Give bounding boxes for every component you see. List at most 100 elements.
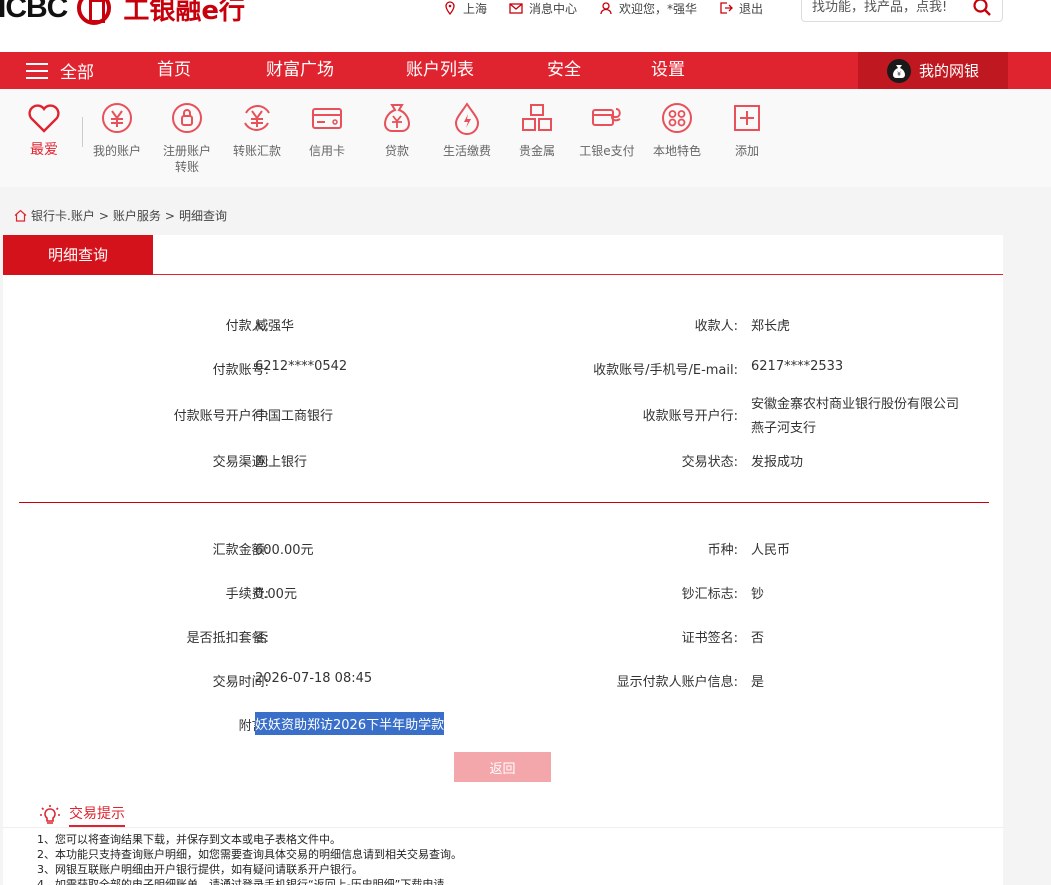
payee-account-label: 收款账号/手机号/E-mail: <box>593 363 738 378</box>
logout-link[interactable]: 退出 <box>719 0 763 16</box>
local-feature-icon <box>662 103 692 133</box>
payee-bank-label: 收款账号开户行: <box>642 409 738 424</box>
payer-account-value: 6212****0542 <box>255 359 348 374</box>
tips-panel: 交易提示 1、您可以将查询结果下载，并保存到文本或电子表格文件中。 2、本功能只… <box>3 789 1003 885</box>
tip-item: 1、您可以将查询结果下载，并保存到文本或电子表格文件中。 <box>37 833 341 846</box>
shortcut-loan[interactable]: 贷款 <box>362 101 432 159</box>
search-icon[interactable] <box>972 0 992 17</box>
breadcrumb-separator: > <box>164 208 175 223</box>
gold-bars-icon <box>522 104 552 131</box>
logo-cn-text: 工银融e行 <box>123 0 245 26</box>
home-icon[interactable] <box>14 209 27 222</box>
tab-detail-query[interactable]: 明细查询 <box>3 235 153 275</box>
status-value: 发报成功 <box>751 455 804 470</box>
note-label: 附言: <box>238 719 269 734</box>
cert-label: 证书签名: <box>681 631 738 646</box>
currency-value: 人民币 <box>751 543 791 558</box>
tips-list: 1、您可以将查询结果下载，并保存到文本或电子表格文件中。 2、本功能只支持查询账… <box>37 832 462 885</box>
shortcut-label: 信用卡 <box>308 144 345 158</box>
my-bank-label: 我的网银 <box>918 62 979 80</box>
nav-wealth[interactable]: 财富广场 <box>266 52 334 89</box>
main-nav: 全部 首页 财富广场 账户列表 安全 设置 ¥ 我的网银 <box>0 52 1051 89</box>
shortcut-e-pay[interactable]: 工银e支付 <box>572 101 642 159</box>
nav-all-menu[interactable]: 全部 <box>26 52 94 89</box>
messages-link[interactable]: 消息中心 <box>509 0 577 16</box>
logo-text: ICBC <box>0 0 68 24</box>
payer-bank-value: 中国工商银行 <box>255 409 334 424</box>
nav-settings[interactable]: 设置 <box>651 52 685 89</box>
location-text: 上海 <box>463 1 488 16</box>
icbc-emblem-icon <box>77 0 112 25</box>
location-link[interactable]: 上海 <box>443 0 487 16</box>
shortcut-label: 贵金属 <box>518 144 555 158</box>
shortcut-remittance[interactable]: 转账汇款 <box>222 101 292 159</box>
search-input[interactable] <box>812 0 962 15</box>
shortcut-bar: 最爱 我的账户 注册账户转账 转账汇款 信用卡 贷款 生活缴费 贵金属 工银e支… <box>0 89 1051 187</box>
my-bank-button[interactable]: ¥ 我的网银 <box>858 52 1008 89</box>
breadcrumb-item[interactable]: 银行卡.账户 <box>31 207 95 224</box>
tip-item: 4、如需获取全部的电子明细账单，请通过登录手机银行“返回上-历史明细”下载申请。 <box>37 878 456 885</box>
logout-icon <box>720 2 733 14</box>
add-icon <box>734 105 760 131</box>
svg-text:¥: ¥ <box>897 71 901 78</box>
show-payer-value: 是 <box>751 675 765 690</box>
yuan-circle-icon <box>102 103 132 133</box>
tip-item: 3、网银互联账户明细由开户银行提供，如有疑问请联系开户银行。 <box>37 863 363 876</box>
credit-card-icon <box>312 108 342 129</box>
fee-label: 手续费: <box>225 587 269 602</box>
nav-security[interactable]: 安全 <box>547 52 581 89</box>
back-button[interactable]: 返回 <box>454 752 551 782</box>
note-value[interactable]: 妖妖资助郑访2026下半年助学款 <box>255 712 445 735</box>
shortcut-local[interactable]: 本地特色 <box>642 101 712 159</box>
tips-header: 交易提示 <box>39 803 125 827</box>
nav-home[interactable]: 首页 <box>157 52 191 89</box>
amount-value: 600.00元 <box>255 543 314 558</box>
hamburger-icon <box>26 62 48 79</box>
shortcut-label: 本地特色 <box>652 144 701 158</box>
shortcut-register-transfer[interactable]: 注册账户转账 <box>152 101 222 175</box>
breadcrumb-separator: > <box>98 208 109 223</box>
shortcut-label: 转账汇款 <box>232 144 281 158</box>
channel-value: 网上银行 <box>255 455 308 470</box>
cash-flag-value: 钞 <box>751 587 765 602</box>
channel-label: 交易渠道: <box>212 455 269 470</box>
shortcut-precious-metal[interactable]: 贵金属 <box>502 101 572 159</box>
user-icon <box>600 2 612 15</box>
transfer-lock-icon <box>172 103 202 133</box>
logout-text: 退出 <box>739 1 764 16</box>
payee-bank-value-line1: 安徽金寨农村商业银行股份有限公司 <box>751 397 960 412</box>
shortcut-my-account[interactable]: 我的账户 <box>82 101 152 159</box>
cert-value: 否 <box>751 631 765 646</box>
breadcrumb-item-current: 明细查询 <box>178 209 227 223</box>
icbc-logo[interactable]: ICBC 工银融e行 <box>0 0 245 28</box>
breadcrumb-item[interactable]: 账户服务 <box>113 207 161 224</box>
shortcut-add[interactable]: 添加 <box>712 101 782 159</box>
favorites-label: 最爱 <box>30 142 58 158</box>
shortcut-credit-card[interactable]: 信用卡 <box>292 101 362 159</box>
fee-value: 0.00元 <box>255 587 297 602</box>
package-value: 否 <box>255 631 269 646</box>
payer-label: 付款人: <box>225 319 269 334</box>
currency-label: 币种: <box>707 543 738 558</box>
shortcut-label: 注册账户转账 <box>162 144 211 174</box>
remittance-icon <box>244 105 270 131</box>
mail-icon <box>509 3 523 14</box>
tip-item: 2、本功能只支持查询账户明细，如您需要查询具体交易的明细信息请到相关交易查询。 <box>37 848 462 861</box>
welcome-user[interactable]: 欢迎您，*强华 <box>599 0 697 16</box>
detail-panel: 明细查询 付款人: 臧强华 收款人: 郑长虎 付款账号: 6212****054… <box>3 235 1003 789</box>
loan-bag-icon <box>383 104 411 132</box>
search-box[interactable] <box>801 0 1003 22</box>
favorites-button[interactable]: 最爱 <box>22 101 66 159</box>
amount-label: 汇款金额: <box>212 543 269 558</box>
tips-divider <box>3 827 1003 828</box>
nav-accounts[interactable]: 账户列表 <box>406 52 474 89</box>
top-header: ICBC 工银融e行 上海 消息中心 欢迎您，*强华 退出 <box>0 0 1051 52</box>
heart-icon <box>28 104 60 133</box>
shortcut-utilities[interactable]: 生活缴费 <box>432 101 502 159</box>
tab-header: 明细查询 <box>3 235 1003 275</box>
messages-text: 消息中心 <box>529 1 578 16</box>
lightbulb-icon <box>40 805 60 824</box>
shortcut-label: 生活缴费 <box>442 144 491 158</box>
time-label: 交易时间: <box>212 675 269 690</box>
shortcut-label: 工银e支付 <box>579 144 635 158</box>
